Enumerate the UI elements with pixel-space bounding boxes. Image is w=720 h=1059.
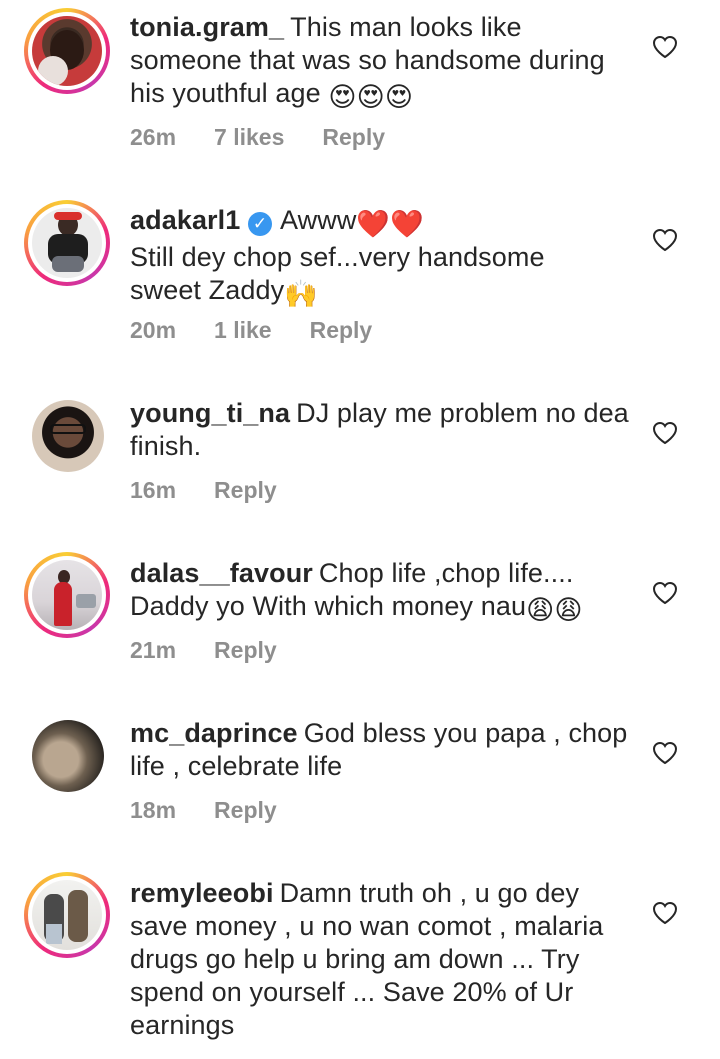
comment-time: 20m <box>130 317 177 343</box>
avatar[interactable] <box>24 200 110 286</box>
avatar[interactable] <box>24 8 110 94</box>
like-heart-icon[interactable] <box>652 741 678 765</box>
like-heart-icon[interactable] <box>652 581 678 605</box>
comment-likes[interactable]: 1 like <box>214 317 272 343</box>
comment-meta: 26m 7 likes Reply <box>130 124 423 151</box>
comment-text-line: his youthful age <box>130 78 329 108</box>
comment-text-line: Daddy yo With which money nau <box>130 591 527 621</box>
avatar[interactable] <box>32 720 104 792</box>
comment-text-line: earnings <box>130 1010 235 1040</box>
comment-likes[interactable]: 7 likes <box>214 124 284 150</box>
reply-button[interactable]: Reply <box>322 124 385 150</box>
like-heart-icon[interactable] <box>652 228 678 252</box>
comment-username[interactable]: tonia.gram_ <box>130 12 284 42</box>
comment-text-line: life , celebrate life <box>130 751 343 781</box>
verified-badge-icon: ✓ <box>248 212 272 236</box>
comment-text-line: finish. <box>130 431 202 461</box>
comment-text: young_ti_na DJ play me problem no dea fin… <box>130 397 630 463</box>
comment-meta: 21m Reply <box>130 637 315 664</box>
comment-text-line: Still dey chop sef...very handsome <box>130 242 545 272</box>
red-heart-emoji: ❤️❤️ <box>356 209 424 239</box>
comment-time: 21m <box>130 637 177 663</box>
comment-text-line: someone that was so handsome during <box>130 45 605 75</box>
comment-text-line: DJ play me problem no dea <box>296 398 629 428</box>
comment-meta: 20m 1 like Reply <box>130 317 410 344</box>
weary-face-emoji: 😩😩 <box>526 595 583 625</box>
like-heart-icon[interactable] <box>652 901 678 925</box>
reply-button[interactable]: Reply <box>214 797 277 823</box>
comment-text-line: God bless you papa , chop <box>303 718 628 748</box>
avatar[interactable] <box>24 552 110 638</box>
comment-text-line: sweet Zaddy <box>130 275 285 305</box>
heart-eyes-emoji: 😍😍😍 <box>328 82 414 112</box>
reply-button[interactable]: Reply <box>310 317 373 343</box>
comment-username[interactable]: remyleeobi <box>130 878 274 908</box>
comment-text-line: Chop life ,chop life.... <box>318 558 574 588</box>
comment-text-line: Damn truth oh , u go dey <box>279 878 580 908</box>
comment-text: adakarl1 ✓ Awww❤️❤️ Still dey chop sef...… <box>130 204 630 311</box>
comment-username[interactable]: mc_daprince <box>130 718 298 748</box>
raising-hands-emoji: 🙌 <box>284 279 318 309</box>
comment-text-line: spend on yourself ... Save 20% of Ur <box>130 977 574 1007</box>
comment-text: tonia.gram_ This man looks like someone t… <box>130 11 630 114</box>
comment-time: 16m <box>130 477 177 503</box>
comment-text: remyleeobi Damn truth oh , u go dey save … <box>130 877 630 1042</box>
comment-text: dalas__favour Chop life ,chop life.... Da… <box>130 557 630 627</box>
avatar[interactable] <box>24 872 110 958</box>
comment-meta: 16m Reply <box>130 477 315 504</box>
comment-time: 18m <box>130 797 177 823</box>
comment-text-line: Awww <box>280 205 357 235</box>
avatar[interactable] <box>32 400 104 472</box>
comment-username[interactable]: dalas__favour <box>130 558 313 588</box>
comment-time: 26m <box>130 124 177 150</box>
comment-text: mc_daprince God bless you papa , chop lif… <box>130 717 630 783</box>
comment-username[interactable]: adakarl1 <box>130 205 240 235</box>
comment-username[interactable]: young_ti_na <box>130 398 290 428</box>
comment-text-line: This man looks like <box>290 12 522 42</box>
like-heart-icon[interactable] <box>652 421 678 445</box>
comment-meta: 18m Reply <box>130 797 315 824</box>
comment-text-line: drugs go help u bring am down ... Try <box>130 944 580 974</box>
comment-text-line: save money , u no wan comot , malaria <box>130 911 604 941</box>
like-heart-icon[interactable] <box>652 35 678 59</box>
reply-button[interactable]: Reply <box>214 637 277 663</box>
reply-button[interactable]: Reply <box>214 477 277 503</box>
